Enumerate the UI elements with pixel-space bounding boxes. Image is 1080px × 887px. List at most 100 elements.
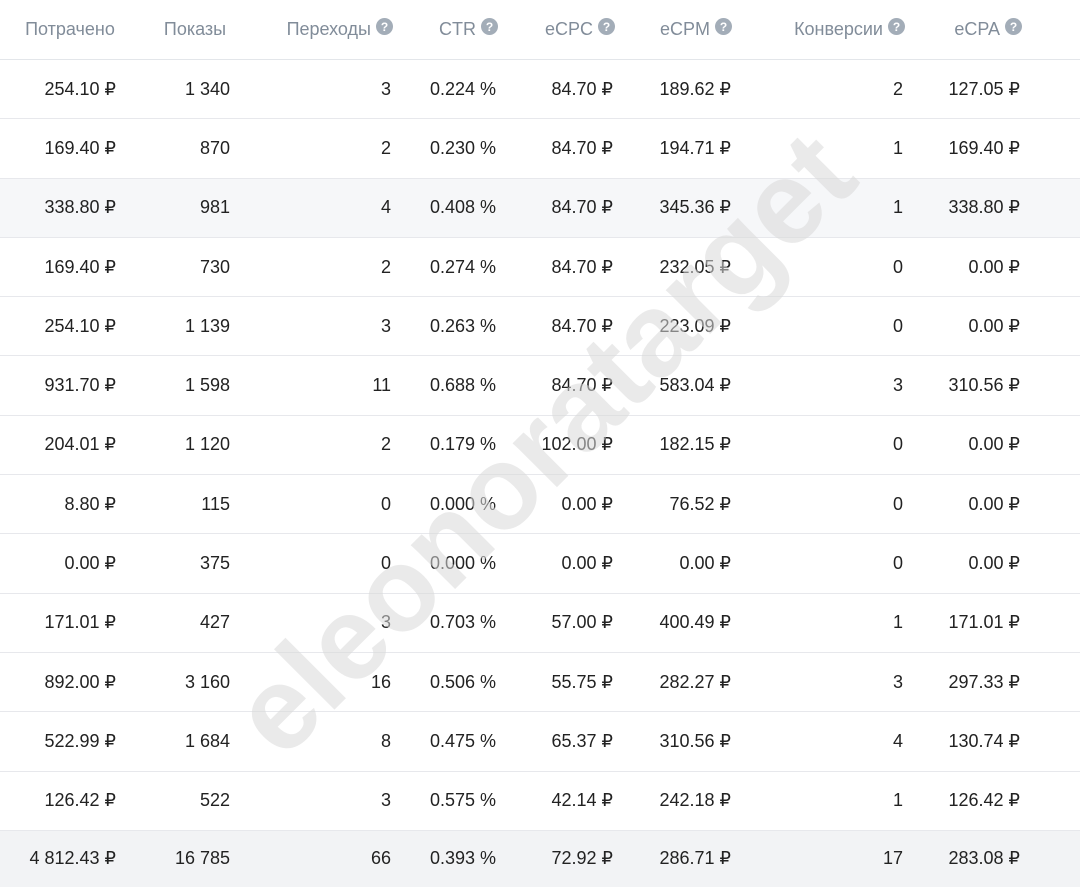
cell-ecpm: 0.00 ₽ — [679, 553, 732, 574]
cell-ecpa: 0.00 ₽ — [968, 493, 1021, 514]
cell-ecpa: 130.74 ₽ — [948, 730, 1020, 751]
cell-ecpc: 102.00 ₽ — [541, 434, 613, 455]
cell-ctr: 0.274 % — [429, 256, 496, 277]
cell-spent: 169.40 ₽ — [44, 137, 116, 158]
cell-ecpm: 223.09 ₽ — [659, 315, 731, 336]
cell-ctr: 0.000 % — [429, 553, 496, 574]
cell-clicks: 3 — [380, 78, 391, 99]
cell-spent: 254.10 ₽ — [44, 78, 116, 99]
table-row[interactable]: 126.42 ₽ 522 3 0.575 % 42.14 ₽ 242.18 ₽ … — [0, 771, 1080, 831]
column-header-ecpc[interactable]: eCPC ? — [520, 0, 615, 59]
cell-clicks: 3 — [380, 790, 391, 811]
cell-impressions: 1 598 — [184, 375, 230, 396]
cell-ecpa: 310.56 ₽ — [948, 375, 1020, 396]
help-icon[interactable]: ? — [888, 18, 905, 35]
table-row[interactable]: 8.80 ₽ 115 0 0.000 % 0.00 ₽ 76.52 ₽ 0 0.… — [0, 475, 1080, 535]
total-conversions: 17 — [882, 848, 903, 869]
table-row[interactable]: 338.80 ₽ 981 4 0.408 % 84.70 ₽ 345.36 ₽ … — [0, 178, 1080, 238]
total-clicks: 66 — [370, 848, 391, 869]
table-row[interactable]: 522.99 ₽ 1 684 8 0.475 % 65.37 ₽ 310.56 … — [0, 712, 1080, 772]
cell-conversions: 3 — [892, 671, 903, 692]
column-header-label: CTR — [439, 19, 476, 39]
table-row[interactable]: 169.40 ₽ 870 2 0.230 % 84.70 ₽ 194.71 ₽ … — [0, 119, 1080, 179]
cell-spent: 0.00 ₽ — [64, 553, 117, 574]
cell-ecpm: 194.71 ₽ — [659, 137, 731, 158]
help-icon[interactable]: ? — [715, 18, 732, 35]
cell-conversions: 2 — [892, 78, 903, 99]
cell-conversions: 0 — [892, 553, 903, 574]
cell-ecpa: 126.42 ₽ — [948, 790, 1020, 811]
total-impressions: 16 785 — [174, 848, 230, 869]
help-icon[interactable]: ? — [481, 18, 498, 35]
cell-impressions: 427 — [199, 612, 230, 633]
cell-ctr: 0.408 % — [429, 197, 496, 218]
cell-ecpc: 84.70 ₽ — [551, 197, 614, 218]
cell-impressions: 522 — [199, 790, 230, 811]
cell-ecpm: 182.15 ₽ — [659, 434, 731, 455]
cell-clicks: 2 — [380, 434, 391, 455]
table-row[interactable]: 0.00 ₽ 375 0 0.000 % 0.00 ₽ 0.00 ₽ 0 0.0… — [0, 534, 1080, 594]
cell-clicks: 3 — [380, 315, 391, 336]
cell-ecpc: 0.00 ₽ — [561, 553, 614, 574]
table-row[interactable]: 931.70 ₽ 1 598 11 0.688 % 84.70 ₽ 583.04… — [0, 356, 1080, 416]
cell-ecpc: 84.70 ₽ — [551, 315, 614, 336]
table-row[interactable]: 171.01 ₽ 427 3 0.703 % 57.00 ₽ 400.49 ₽ … — [0, 593, 1080, 653]
cell-ecpm: 345.36 ₽ — [659, 197, 731, 218]
cell-ecpc: 0.00 ₽ — [561, 493, 614, 514]
stats-table: Потрачено Показы Переходы ? CTR ? eCPC ?… — [0, 0, 1080, 887]
cell-ecpa: 0.00 ₽ — [968, 315, 1021, 336]
table-row[interactable]: 254.10 ₽ 1 139 3 0.263 % 84.70 ₽ 223.09 … — [0, 297, 1080, 357]
cell-clicks: 11 — [372, 375, 391, 396]
total-ecpa: 283.08 ₽ — [948, 848, 1020, 869]
cell-ctr: 0.230 % — [429, 137, 496, 158]
cell-spent: 8.80 ₽ — [64, 493, 117, 514]
cell-ecpc: 84.70 ₽ — [551, 78, 614, 99]
total-spent: 4 812.43 ₽ — [29, 848, 116, 869]
cell-conversions: 0 — [892, 493, 903, 514]
help-icon[interactable]: ? — [598, 18, 615, 35]
column-header-label: Потрачено — [25, 19, 115, 39]
cell-spent: 522.99 ₽ — [44, 730, 116, 751]
cell-spent: 892.00 ₽ — [44, 671, 116, 692]
column-header-label: Конверсии — [794, 19, 883, 39]
cell-ctr: 0.506 % — [429, 671, 496, 692]
cell-clicks: 0 — [380, 493, 391, 514]
cell-ctr: 0.000 % — [429, 493, 496, 514]
column-header-impressions[interactable]: Показы — [140, 0, 250, 59]
cell-ctr: 0.224 % — [429, 78, 496, 99]
table-row[interactable]: 204.01 ₽ 1 120 2 0.179 % 102.00 ₽ 182.15… — [0, 415, 1080, 476]
cell-ctr: 0.179 % — [429, 434, 496, 455]
table-row[interactable]: 254.10 ₽ 1 340 3 0.224 % 84.70 ₽ 189.62 … — [0, 60, 1080, 120]
table-body: 254.10 ₽ 1 340 3 0.224 % 84.70 ₽ 189.62 … — [0, 60, 1080, 831]
cell-ecpm: 282.27 ₽ — [659, 671, 731, 692]
cell-spent: 931.70 ₽ — [44, 375, 116, 396]
column-header-ecpm[interactable]: eCPM ? — [640, 0, 732, 59]
help-icon[interactable]: ? — [1005, 18, 1022, 35]
help-icon[interactable]: ? — [376, 18, 393, 35]
cell-ecpc: 42.14 ₽ — [551, 790, 614, 811]
cell-conversions: 1 — [892, 137, 903, 158]
table-row[interactable]: 169.40 ₽ 730 2 0.274 % 84.70 ₽ 232.05 ₽ … — [0, 237, 1080, 298]
cell-clicks: 0 — [380, 553, 391, 574]
column-header-spent[interactable]: Потрачено — [0, 0, 140, 59]
column-header-label: eCPA — [954, 19, 1000, 39]
cell-impressions: 981 — [199, 197, 230, 218]
cell-ecpc: 84.70 ₽ — [551, 137, 614, 158]
cell-ecpm: 310.56 ₽ — [659, 730, 731, 751]
cell-ctr: 0.688 % — [429, 375, 496, 396]
table-row[interactable]: 892.00 ₽ 3 160 16 0.506 % 55.75 ₽ 282.27… — [0, 652, 1080, 713]
cell-spent: 338.80 ₽ — [44, 197, 116, 218]
column-header-ecpa[interactable]: eCPA ? — [930, 0, 1022, 59]
column-header-clicks[interactable]: Переходы ? — [270, 0, 393, 59]
cell-conversions: 4 — [892, 730, 903, 751]
cell-ecpm: 400.49 ₽ — [659, 612, 731, 633]
cell-ecpm: 232.05 ₽ — [659, 256, 731, 277]
cell-clicks: 16 — [370, 671, 391, 692]
cell-ecpa: 0.00 ₽ — [968, 553, 1021, 574]
cell-ctr: 0.703 % — [429, 612, 496, 633]
cell-impressions: 1 684 — [184, 730, 230, 751]
column-header-conversions[interactable]: Конверсии ? — [770, 0, 905, 59]
cell-spent: 171.01 ₽ — [44, 612, 116, 633]
cell-spent: 254.10 ₽ — [44, 315, 116, 336]
column-header-ctr[interactable]: CTR ? — [420, 0, 498, 59]
